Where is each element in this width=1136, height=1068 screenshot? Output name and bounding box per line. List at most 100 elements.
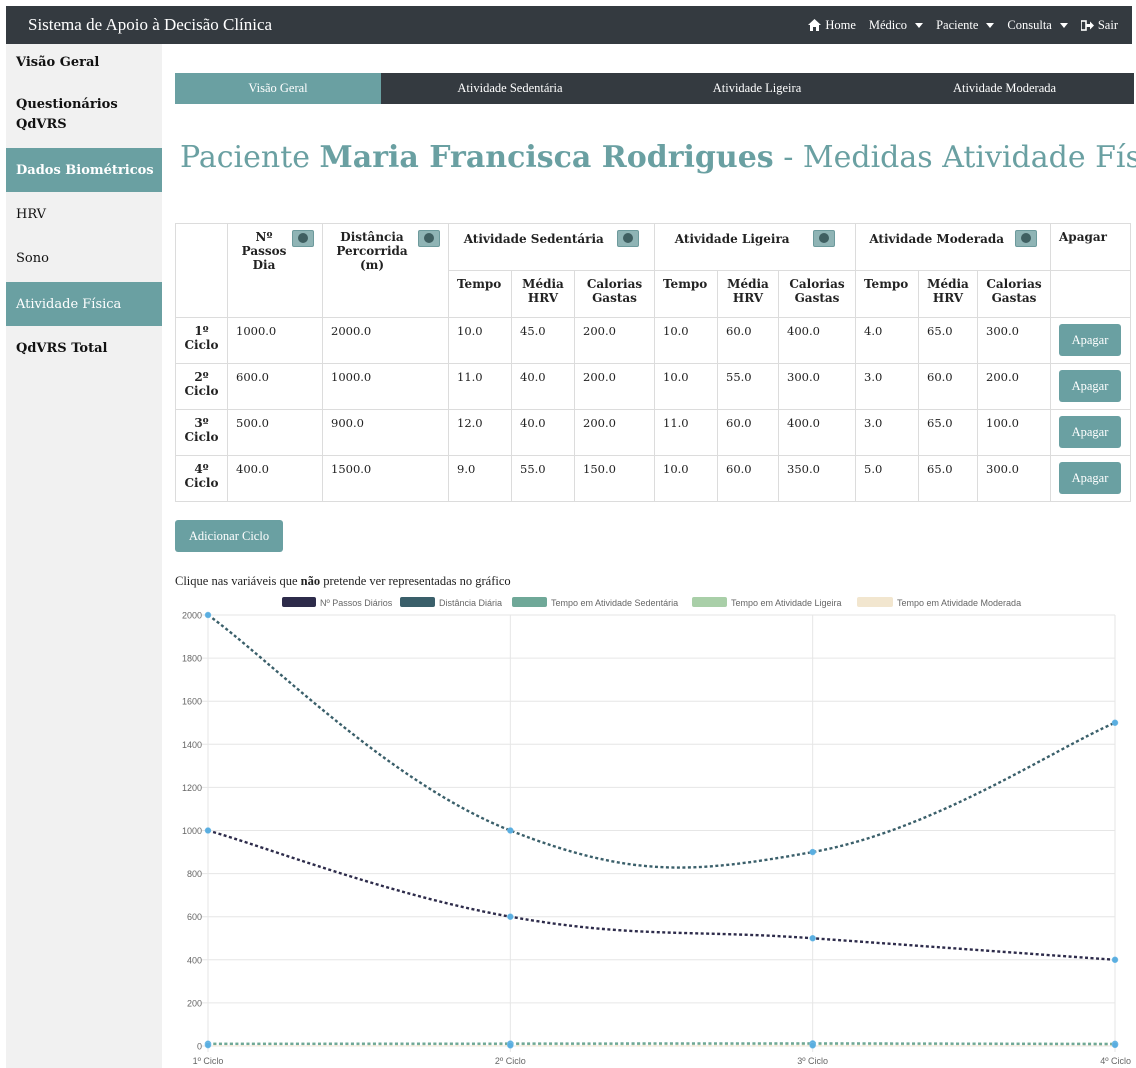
table-row: 4º Ciclo 400.0 1500.0 9.0 55.0 150.0 10.0 60.0 3…	[175, 455, 1131, 502]
legend-swatch[interactable]	[512, 597, 547, 607]
cell-mod-calorias: 200.0	[977, 363, 1051, 410]
subheader-media-hrv: Média HRV	[918, 270, 978, 318]
nav-medico-dropdown[interactable]: Médico	[868, 17, 924, 33]
info-icon[interactable]	[418, 230, 440, 247]
legend-swatch[interactable]	[857, 597, 893, 607]
data-point[interactable]	[1111, 1041, 1119, 1049]
sidebar-item-sono[interactable]: Sono	[6, 240, 162, 276]
tab-atividade-sedentaria[interactable]: Atividade Sedentária	[381, 73, 639, 104]
cell-sed-calorias: 200.0	[574, 409, 655, 456]
header-passos-label: Nº Passos Dia	[241, 230, 287, 272]
tab-visao-geral[interactable]: Visão Geral	[175, 73, 381, 104]
subheader-tempo: Tempo	[654, 270, 718, 318]
legend-label[interactable]: Distância Diária	[439, 598, 502, 608]
caret-down-icon	[986, 22, 995, 28]
data-point[interactable]	[507, 913, 514, 920]
cell-ciclo: 2º Ciclo	[175, 363, 228, 410]
app-brand[interactable]: Sistema de Apoio à Decisão Clínica	[28, 15, 272, 35]
delete-cycle-button[interactable]: Apagar	[1059, 324, 1121, 356]
data-point[interactable]	[507, 827, 514, 834]
nav-consulta-dropdown[interactable]: Consulta	[1007, 17, 1068, 33]
cell-ciclo: 4º Ciclo	[175, 455, 228, 502]
y-tick-label: 1400	[182, 740, 202, 750]
legend-swatch[interactable]	[400, 597, 435, 607]
info-icon[interactable]	[617, 230, 640, 247]
series-line	[207, 614, 1116, 869]
nav-paciente-dropdown[interactable]: Paciente	[936, 18, 995, 33]
sidebar-item-dados-biometricos[interactable]: Dados Biométricos	[6, 148, 162, 192]
cell-mod-media-hrv: 65.0	[918, 317, 978, 364]
sidebar-item-atividade-fisica[interactable]: Atividade Física	[6, 282, 162, 326]
hint-bold: não	[300, 574, 321, 588]
y-tick-label: 0	[197, 1042, 202, 1052]
legend-label[interactable]: Tempo em Atividade Moderada	[897, 598, 1021, 608]
sidebar-item-qdvrs-total[interactable]: QdVRS Total	[6, 330, 162, 366]
header-ligeira: Atividade Ligeira	[654, 223, 856, 271]
header-passos: Nº Passos Dia	[227, 223, 323, 318]
home-icon	[808, 19, 822, 31]
data-point[interactable]	[507, 1042, 514, 1049]
nav-consulta-label: Consulta	[1007, 17, 1052, 32]
header-sedentaria: Atividade Sedentária	[448, 223, 655, 271]
header-ciclo	[175, 223, 228, 318]
y-tick-label: 800	[187, 869, 202, 879]
header-distancia-label: Distância Percorrida (m)	[336, 230, 408, 272]
nav-sair[interactable]: Sair	[1080, 17, 1118, 33]
cell-sed-media-hrv: 55.0	[511, 455, 575, 502]
delete-cycle-button[interactable]: Apagar	[1059, 462, 1121, 494]
sidebar-item-hrv[interactable]: HRV	[6, 196, 162, 232]
delete-cycle-button[interactable]: Apagar	[1059, 416, 1121, 448]
legend-swatch[interactable]	[282, 597, 316, 607]
nav-home[interactable]: Home	[808, 18, 856, 33]
table-header-row: Nº Passos Dia Distância Percorrida (m) A…	[175, 223, 1131, 318]
cell-sed-calorias: 150.0	[574, 455, 655, 502]
nav-home-label: Home	[825, 17, 856, 32]
nav-medico-label: Médico	[868, 17, 908, 32]
cell-sed-calorias: 200.0	[574, 317, 655, 364]
data-point[interactable]	[204, 1041, 212, 1049]
y-tick-label: 2000	[182, 611, 202, 621]
data-point[interactable]	[809, 935, 816, 942]
sidebar-item-questionarios[interactable]: Questionários QdVRS	[6, 92, 126, 138]
data-point[interactable]	[204, 611, 212, 619]
cell-apagar: Apagar	[1050, 455, 1131, 502]
cell-lig-calorias: 350.0	[778, 455, 856, 502]
cell-distancia: 2000.0	[322, 317, 449, 364]
y-tick-label: 400	[187, 955, 202, 965]
sidebar-item-visao-geral[interactable]: Visão Geral	[6, 44, 162, 80]
data-point[interactable]	[204, 827, 212, 834]
top-navbar: Sistema de Apoio à Decisão Clínica Home …	[6, 6, 1132, 44]
nav-sair-label: Sair	[1097, 17, 1118, 32]
cell-mod-tempo: 5.0	[855, 455, 919, 502]
tab-atividade-moderada[interactable]: Atividade Moderada	[875, 73, 1134, 104]
title-suffix: - Medidas Atividade Física	[783, 140, 1136, 175]
cell-lig-media-hrv: 60.0	[717, 455, 779, 502]
activity-table: Nº Passos Dia Distância Percorrida (m) A…	[175, 223, 1131, 502]
data-point[interactable]	[1111, 719, 1119, 726]
legend-label[interactable]: Tempo em Atividade Sedentária	[551, 598, 678, 608]
legend-label[interactable]: Tempo em Atividade Ligeira	[731, 598, 842, 608]
header-ligeira-label: Atividade Ligeira	[674, 231, 790, 246]
info-icon[interactable]	[813, 230, 836, 247]
hint-after: pretende ver representadas no gráfico	[320, 574, 511, 588]
subheader-calorias: Calorias Gastas	[574, 270, 655, 318]
delete-cycle-button[interactable]: Apagar	[1059, 370, 1121, 402]
data-point[interactable]	[1111, 956, 1119, 964]
data-point[interactable]	[809, 848, 816, 856]
cell-mod-calorias: 300.0	[977, 455, 1051, 502]
cell-passos: 600.0	[227, 363, 323, 410]
info-icon[interactable]	[292, 230, 314, 247]
add-cycle-button[interactable]: Adicionar Ciclo	[175, 520, 283, 552]
tab-atividade-ligeira[interactable]: Atividade Ligeira	[639, 73, 875, 104]
info-icon[interactable]	[1014, 230, 1037, 247]
nav-links: Home Médico Paciente Consulta Sair	[795, 18, 1132, 33]
legend-label[interactable]: Nº Passos Diários	[320, 598, 393, 608]
cell-mod-media-hrv: 65.0	[918, 455, 978, 502]
y-tick-label: 1200	[182, 783, 202, 793]
cell-lig-media-hrv: 60.0	[717, 317, 779, 364]
caret-down-icon	[915, 22, 924, 28]
chart-hint: Clique nas variáveis que não pretende ve…	[175, 574, 511, 589]
sidebar: Visão Geral Questionários QdVRS Dados Bi…	[6, 44, 162, 1068]
legend-swatch[interactable]	[692, 597, 727, 607]
data-point[interactable]	[809, 1042, 816, 1049]
